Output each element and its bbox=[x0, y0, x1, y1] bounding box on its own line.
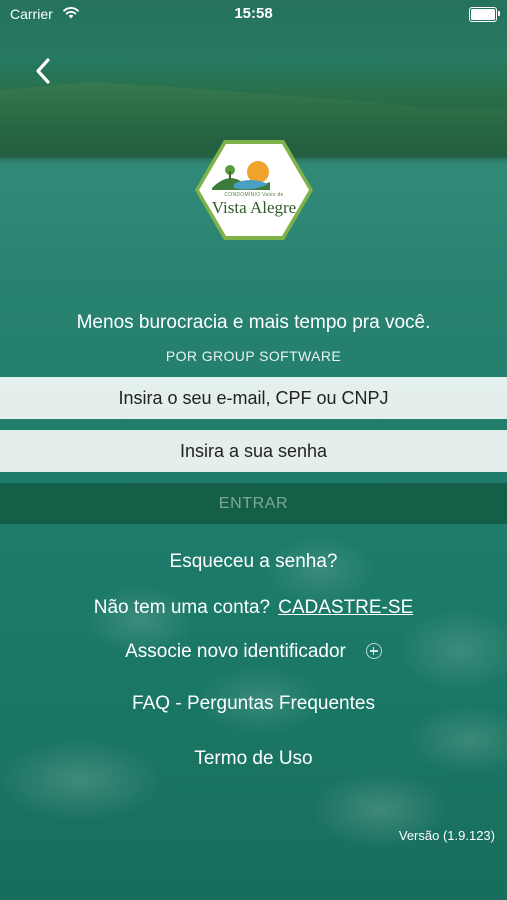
version-label: Versão (1.9.123) bbox=[398, 828, 495, 843]
tagline: Menos burocracia e mais tempo pra você. bbox=[76, 312, 431, 333]
associate-label: Associe novo identificador bbox=[125, 641, 346, 662]
forgot-password-link[interactable]: Esqueceu a senha? bbox=[0, 551, 507, 573]
chevron-left-icon bbox=[36, 58, 50, 84]
logo-name: Vista Alegre bbox=[211, 198, 297, 217]
add-circle-icon[interactable] bbox=[365, 643, 382, 659]
condominium-logo: CONDOMÍNIO Vales de Vista Alegre bbox=[194, 138, 314, 242]
clock: 15:58 bbox=[234, 5, 273, 22]
terms-link[interactable]: Termo de Uso bbox=[0, 748, 507, 770]
enter-button[interactable]: ENTRAR bbox=[0, 483, 507, 524]
password-field[interactable] bbox=[0, 430, 507, 472]
associate-identifier-link[interactable]: Associe novo identificador bbox=[0, 641, 507, 663]
signup-link[interactable]: CADASTRE-SE bbox=[278, 597, 413, 618]
signup-row: Não tem uma conta? CADASTRE-SE bbox=[0, 597, 507, 619]
subtitle: POR GROUP SOFTWARE bbox=[165, 348, 342, 364]
no-account-label: Não tem uma conta? bbox=[93, 597, 271, 618]
status-bar: Carrier 15:58 bbox=[0, 0, 507, 30]
email-field[interactable] bbox=[0, 377, 507, 419]
back-button[interactable] bbox=[30, 54, 60, 88]
faq-link[interactable]: FAQ - Perguntas Frequentes bbox=[0, 693, 507, 715]
battery-icon bbox=[469, 7, 500, 22]
